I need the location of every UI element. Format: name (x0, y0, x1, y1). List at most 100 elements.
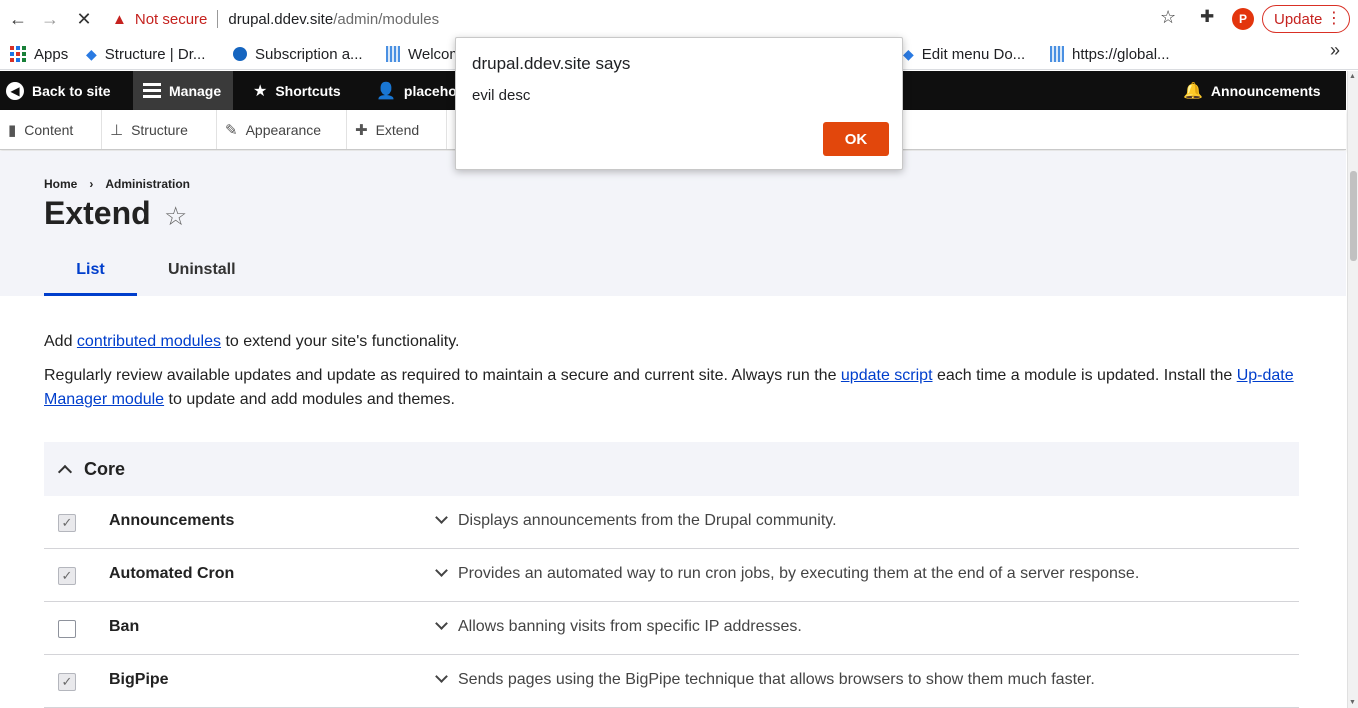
sitemap-icon: ⊥ (110, 121, 124, 139)
module-checkbox[interactable] (58, 620, 76, 638)
chevron-down-icon[interactable] (435, 564, 448, 577)
user-icon: 👤 (376, 82, 396, 100)
text-span: Add (44, 333, 77, 350)
tab-uninstall[interactable]: Uninstall (168, 251, 236, 296)
page-header: Home › Administration Extend ☆ List Unin… (0, 151, 1346, 296)
bookmark-label: Edit menu Do... (921, 45, 1026, 63)
module-description[interactable]: Displays announcements from the Drupal c… (458, 512, 837, 530)
tab-list[interactable]: List (44, 251, 137, 296)
extensions-puzzle-icon[interactable]: ✚ (1200, 7, 1214, 27)
url-field[interactable]: ▲ Not secure drupal.ddev.site/admin/modu… (112, 7, 439, 31)
bookmark-apps[interactable]: Apps (10, 43, 68, 65)
bookmarks-overflow-icon[interactable]: » (1330, 40, 1340, 61)
update-label: Update (1274, 10, 1323, 28)
intro-text: Add contributed modules to extend your s… (44, 330, 1299, 422)
module-checkbox[interactable]: ✓ (58, 567, 76, 585)
tray-extend[interactable]: ✚ Extend (347, 110, 447, 149)
chevron-down-icon[interactable] (435, 670, 448, 683)
module-row: ✓ Automated Cron Provides an automated w… (44, 549, 1299, 602)
module-checkbox[interactable]: ✓ (58, 673, 76, 691)
core-group-toggle[interactable]: Core (44, 442, 1299, 496)
module-row: ✓ BigPipe Sends pages using the BigPipe … (44, 655, 1299, 708)
module-description[interactable]: Sends pages using the BigPipe technique … (458, 671, 1095, 689)
user-label: placeho (403, 82, 457, 99)
bookmark-edit-menu[interactable]: ◆ Edit menu Do... (903, 43, 1025, 65)
stop-loading-icon[interactable]: ✕ (72, 7, 96, 31)
url-divider (217, 10, 219, 28)
tray-structure[interactable]: ⊥ Structure (102, 110, 217, 149)
kebab-menu-icon[interactable]: ⋮ (1326, 9, 1342, 29)
scroll-up-arrow-icon[interactable]: ▲ (1349, 73, 1356, 80)
tray-label: Content (24, 121, 74, 138)
module-name: Ban (109, 618, 140, 635)
hamburger-icon (143, 83, 161, 98)
module-row: Ban Allows banning visits from specific … (44, 602, 1299, 655)
contributed-modules-link[interactable]: contributed modules (77, 333, 221, 350)
bookmark-label: https://global... (1072, 45, 1170, 63)
breadcrumb: Home › Administration (44, 177, 190, 191)
toolbar-manage[interactable]: Manage (133, 71, 234, 110)
tray-label: Appearance (245, 121, 322, 138)
bookmark-subscription[interactable]: Subscription a... (233, 43, 363, 65)
back-to-site-link[interactable]: ◀ Back to site (6, 71, 123, 110)
brush-icon: ✎ (225, 121, 238, 139)
chevron-up-icon (57, 464, 73, 480)
add-shortcut-star-icon[interactable]: ☆ (164, 201, 187, 232)
text-span: to extend your site's functionality. (221, 333, 460, 350)
breadcrumb-administration[interactable]: Administration (105, 177, 190, 191)
document-icon (1050, 46, 1064, 62)
bookmark-star-icon[interactable]: ☆ (1160, 7, 1176, 28)
updates-paragraph: Regularly review available updates and u… (44, 364, 1299, 412)
alert-dialog: drupal.ddev.site says evil desc OK (455, 37, 903, 170)
bookmark-structure[interactable]: ◆ Structure | Dr... (86, 43, 205, 65)
toolbar-user[interactable]: 👤 placeho (376, 71, 457, 110)
file-icon: ▮ (8, 121, 17, 139)
warning-triangle-icon: ▲ (112, 10, 127, 28)
bell-icon: 🔔 (1183, 82, 1203, 100)
breadcrumb-separator: › (89, 177, 94, 191)
not-secure-label[interactable]: Not secure (135, 11, 208, 28)
star-icon: ★ (253, 82, 268, 100)
scroll-down-arrow-icon[interactable]: ▼ (1349, 699, 1356, 706)
tray-appearance[interactable]: ✎ Appearance (217, 110, 347, 149)
tray-label: Extend (375, 121, 420, 138)
dialog-title: drupal.ddev.site says (472, 54, 631, 73)
module-description[interactable]: Provides an automated way to run cron jo… (458, 565, 1139, 583)
url-path: /admin/modules (333, 10, 440, 28)
chevron-down-icon[interactable] (435, 617, 448, 630)
browser-address-bar: ← → ✕ ▲ Not secure drupal.ddev.site/admi… (0, 0, 1358, 38)
intro-paragraph: Add contributed modules to extend your s… (44, 330, 1299, 354)
breadcrumb-home[interactable]: Home (44, 177, 77, 191)
module-description[interactable]: Allows banning visits from specific IP a… (458, 618, 802, 636)
module-checkbox[interactable]: ✓ (58, 514, 76, 532)
back-arrow-icon: ◀ (6, 81, 24, 100)
bookmark-welcome[interactable]: Welcom (386, 43, 462, 65)
profile-avatar[interactable]: P (1232, 8, 1254, 30)
document-icon (386, 46, 400, 62)
dialog-message: evil desc (472, 87, 531, 104)
text-span: Regularly review available updates and u… (44, 367, 841, 384)
drupal-drop-icon: ◆ (903, 45, 914, 62)
puzzle-icon: ✚ (355, 121, 368, 139)
forward-arrow-icon[interactable]: → (38, 7, 62, 31)
apps-grid-icon (10, 46, 26, 62)
scrollbar-thumb[interactable] (1350, 171, 1357, 261)
page-title: Extend (44, 195, 151, 231)
tray-content[interactable]: ▮ Content (0, 110, 102, 149)
update-script-link[interactable]: update script (841, 367, 933, 384)
chevron-down-icon[interactable] (435, 511, 448, 524)
bookmark-global[interactable]: https://global... (1050, 43, 1170, 65)
bookmark-label: Structure | Dr... (104, 45, 206, 63)
toolbar-announcements[interactable]: 🔔 Announcements (1183, 71, 1321, 110)
back-arrow-icon[interactable]: ← (6, 7, 30, 31)
manage-label: Manage (169, 82, 222, 99)
browser-update-button[interactable]: Update ⋮ (1262, 5, 1350, 33)
shortcuts-label: Shortcuts (275, 82, 341, 99)
module-name: BigPipe (109, 671, 169, 688)
tray-label: Structure (131, 121, 188, 138)
group-label: Core (84, 458, 126, 479)
toolbar-shortcuts[interactable]: ★ Shortcuts (253, 71, 341, 110)
page-scrollbar[interactable]: ▲ ▼ (1347, 71, 1358, 708)
blue-ball-icon (233, 47, 247, 61)
ok-button[interactable]: OK (823, 122, 889, 156)
